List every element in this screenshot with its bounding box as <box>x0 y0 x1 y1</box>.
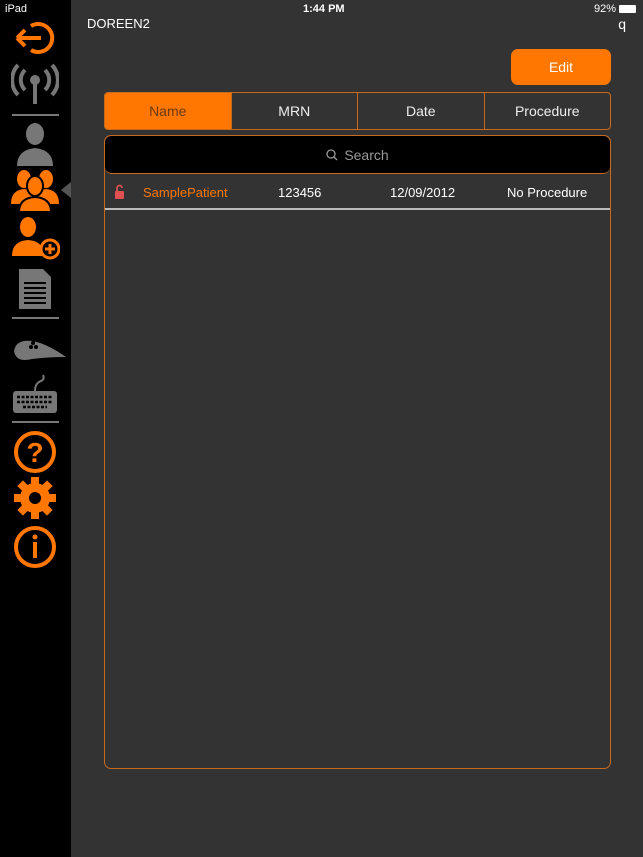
sort-tabs: Name MRN Date Procedure <box>104 92 611 130</box>
patient-list: Search SamplePatient 123456 12/09/2012 N… <box>104 135 611 769</box>
patient-icon[interactable] <box>10 122 60 166</box>
page-title: DOREEN2 <box>87 16 150 31</box>
search-icon <box>326 148 338 160</box>
document-icon[interactable] <box>10 267 60 311</box>
add-patient-icon[interactable] <box>10 216 60 260</box>
divider <box>12 421 59 423</box>
edit-button[interactable]: Edit <box>511 49 611 85</box>
patient-name: SamplePatient <box>143 185 228 200</box>
keyboard-icon[interactable] <box>10 373 60 417</box>
tab-mrn[interactable]: MRN <box>230 93 358 129</box>
divider <box>12 317 59 319</box>
header-right-label: q <box>618 16 626 32</box>
info-icon[interactable] <box>10 525 60 569</box>
wireless-icon[interactable] <box>10 62 60 106</box>
battery-percent: 92% <box>594 3 617 15</box>
device-name: iPad <box>5 3 28 15</box>
probe-icon[interactable] <box>12 328 66 372</box>
clock: 1:44 PM <box>303 3 345 15</box>
sidebar: ? <box>0 0 71 857</box>
tab-name[interactable]: Name <box>105 93 231 129</box>
unlock-icon <box>115 184 124 199</box>
patient-date: 12/09/2012 <box>390 185 456 200</box>
logout-icon[interactable] <box>10 16 60 60</box>
search-placeholder: Search <box>344 146 389 163</box>
table-row[interactable]: SamplePatient 123456 12/09/2012 No Proce… <box>105 174 610 210</box>
patient-procedure: No Procedure <box>507 185 588 200</box>
battery-icon <box>619 5 636 13</box>
svg-text:?: ? <box>26 437 43 468</box>
active-indicator <box>61 182 71 198</box>
settings-icon[interactable] <box>10 476 60 520</box>
patients-icon[interactable] <box>10 168 60 212</box>
patient-mrn: 123456 <box>278 185 322 200</box>
help-icon[interactable]: ? <box>10 430 60 474</box>
tab-date[interactable]: Date <box>357 93 484 129</box>
tab-procedure[interactable]: Procedure <box>483 93 611 129</box>
divider <box>12 114 59 116</box>
search-input[interactable]: Search <box>105 136 610 174</box>
